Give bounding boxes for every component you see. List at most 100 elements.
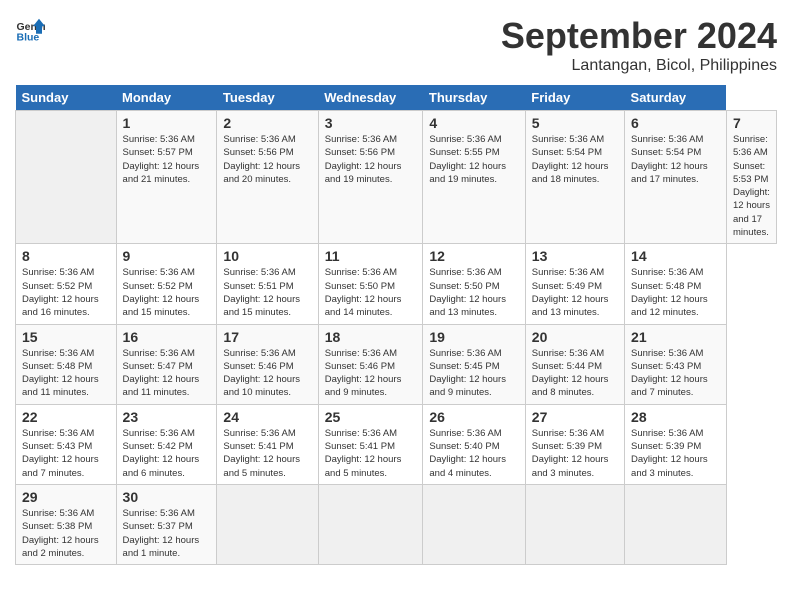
day-info: Sunrise: 5:36 AMSunset: 5:47 PMDaylight:… (123, 347, 211, 400)
day-header-saturday: Saturday (625, 85, 727, 111)
day-number: 12 (429, 248, 518, 264)
calendar-cell: 22Sunrise: 5:36 AMSunset: 5:43 PMDayligh… (16, 404, 117, 484)
day-number: 4 (429, 115, 518, 131)
day-number: 9 (123, 248, 211, 264)
day-info: Sunrise: 5:36 AMSunset: 5:57 PMDaylight:… (123, 133, 211, 186)
calendar-cell: 5 Sunrise: 5:36 AMSunset: 5:54 PMDaylight… (525, 111, 624, 244)
day-header-sunday: Sunday (16, 85, 117, 111)
day-number: 8 (22, 248, 110, 264)
day-number: 25 (325, 409, 417, 425)
logo-icon: General Blue (15, 15, 45, 45)
day-number: 1 (123, 115, 211, 131)
svg-text:Blue: Blue (17, 32, 40, 44)
day-number: 28 (631, 409, 720, 425)
calendar-cell (217, 484, 318, 564)
day-header-thursday: Thursday (423, 85, 525, 111)
day-info: Sunrise: 5:36 AMSunset: 5:55 PMDaylight:… (429, 133, 518, 186)
day-info: Sunrise: 5:36 AMSunset: 5:48 PMDaylight:… (631, 266, 720, 319)
calendar-cell: 16 Sunrise: 5:36 AMSunset: 5:47 PMDayligh… (116, 324, 217, 404)
calendar-cell: 25 Sunrise: 5:36 AMSunset: 5:41 PMDayligh… (318, 404, 423, 484)
calendar-cell: 13 Sunrise: 5:36 AMSunset: 5:49 PMDayligh… (525, 244, 624, 324)
day-number: 27 (532, 409, 618, 425)
calendar-cell: 30 Sunrise: 5:36 AMSunset: 5:37 PMDayligh… (116, 484, 217, 564)
calendar-cell: 4 Sunrise: 5:36 AMSunset: 5:55 PMDaylight… (423, 111, 525, 244)
day-number: 18 (325, 329, 417, 345)
calendar-cell: 2 Sunrise: 5:36 AMSunset: 5:56 PMDaylight… (217, 111, 318, 244)
day-number: 16 (123, 329, 211, 345)
day-info: Sunrise: 5:36 AMSunset: 5:44 PMDaylight:… (532, 347, 618, 400)
day-info: Sunrise: 5:36 AMSunset: 5:53 PMDaylight:… (733, 133, 770, 239)
week-row-2: 8 Sunrise: 5:36 AMSunset: 5:52 PMDaylight… (16, 244, 777, 324)
calendar-cell: 6 Sunrise: 5:36 AMSunset: 5:54 PMDaylight… (625, 111, 727, 244)
day-info: Sunrise: 5:36 AMSunset: 5:41 PMDaylight:… (223, 427, 311, 480)
calendar-cell: 10Sunrise: 5:36 AMSunset: 5:51 PMDayligh… (217, 244, 318, 324)
header-row: SundayMondayTuesdayWednesdayThursdayFrid… (16, 85, 777, 111)
day-info: Sunrise: 5:36 AMSunset: 5:42 PMDaylight:… (123, 427, 211, 480)
calendar-cell: 21 Sunrise: 5:36 AMSunset: 5:43 PMDayligh… (625, 324, 727, 404)
day-number: 21 (631, 329, 720, 345)
day-info: Sunrise: 5:36 AMSunset: 5:54 PMDaylight:… (532, 133, 618, 186)
day-header-monday: Monday (116, 85, 217, 111)
calendar-cell: 14 Sunrise: 5:36 AMSunset: 5:48 PMDayligh… (625, 244, 727, 324)
calendar-cell: 19 Sunrise: 5:36 AMSunset: 5:45 PMDayligh… (423, 324, 525, 404)
calendar-cell: 15Sunrise: 5:36 AMSunset: 5:48 PMDayligh… (16, 324, 117, 404)
day-info: Sunrise: 5:36 AMSunset: 5:37 PMDaylight:… (123, 507, 211, 560)
page-container: General Blue September 2024 Lantangan, B… (0, 0, 792, 575)
day-number: 23 (123, 409, 211, 425)
week-row-3: 15Sunrise: 5:36 AMSunset: 5:48 PMDayligh… (16, 324, 777, 404)
calendar-cell: 24 Sunrise: 5:36 AMSunset: 5:41 PMDayligh… (217, 404, 318, 484)
day-number: 30 (123, 489, 211, 505)
calendar-cell: 7Sunrise: 5:36 AMSunset: 5:53 PMDaylight… (726, 111, 776, 244)
calendar-cell: 28 Sunrise: 5:36 AMSunset: 5:39 PMDayligh… (625, 404, 727, 484)
day-number: 5 (532, 115, 618, 131)
location-subtitle: Lantangan, Bicol, Philippines (501, 57, 777, 75)
calendar-cell: 1 Sunrise: 5:36 AMSunset: 5:57 PMDaylight… (116, 111, 217, 244)
day-number: 3 (325, 115, 417, 131)
calendar-cell: 29Sunrise: 5:36 AMSunset: 5:38 PMDayligh… (16, 484, 117, 564)
day-info: Sunrise: 5:36 AMSunset: 5:46 PMDaylight:… (325, 347, 417, 400)
calendar-cell: 12 Sunrise: 5:36 AMSunset: 5:50 PMDayligh… (423, 244, 525, 324)
day-number: 29 (22, 489, 110, 505)
calendar-cell: 8 Sunrise: 5:36 AMSunset: 5:52 PMDaylight… (16, 244, 117, 324)
day-info: Sunrise: 5:36 AMSunset: 5:50 PMDaylight:… (429, 266, 518, 319)
calendar-cell: 20Sunrise: 5:36 AMSunset: 5:44 PMDayligh… (525, 324, 624, 404)
day-info: Sunrise: 5:36 AMSunset: 5:39 PMDaylight:… (532, 427, 618, 480)
month-title: September 2024 (501, 15, 777, 57)
day-info: Sunrise: 5:36 AMSunset: 5:48 PMDaylight:… (22, 347, 110, 400)
week-row-1: 1 Sunrise: 5:36 AMSunset: 5:57 PMDaylight… (16, 111, 777, 244)
day-number: 14 (631, 248, 720, 264)
day-number: 17 (223, 329, 311, 345)
calendar-cell: 11Sunrise: 5:36 AMSunset: 5:50 PMDayligh… (318, 244, 423, 324)
day-info: Sunrise: 5:36 AMSunset: 5:43 PMDaylight:… (22, 427, 110, 480)
logo: General Blue (15, 15, 47, 45)
day-info: Sunrise: 5:36 AMSunset: 5:45 PMDaylight:… (429, 347, 518, 400)
day-info: Sunrise: 5:36 AMSunset: 5:43 PMDaylight:… (631, 347, 720, 400)
day-number: 26 (429, 409, 518, 425)
calendar-cell (525, 484, 624, 564)
day-header-tuesday: Tuesday (217, 85, 318, 111)
calendar-cell: 9 Sunrise: 5:36 AMSunset: 5:52 PMDaylight… (116, 244, 217, 324)
day-number: 19 (429, 329, 518, 345)
day-info: Sunrise: 5:36 AMSunset: 5:54 PMDaylight:… (631, 133, 720, 186)
week-row-5: 29Sunrise: 5:36 AMSunset: 5:38 PMDayligh… (16, 484, 777, 564)
day-info: Sunrise: 5:36 AMSunset: 5:56 PMDaylight:… (223, 133, 311, 186)
day-info: Sunrise: 5:36 AMSunset: 5:49 PMDaylight:… (532, 266, 618, 319)
header: General Blue September 2024 Lantangan, B… (15, 15, 777, 75)
day-number: 2 (223, 115, 311, 131)
title-block: September 2024 Lantangan, Bicol, Philipp… (501, 15, 777, 75)
calendar-table: SundayMondayTuesdayWednesdayThursdayFrid… (15, 85, 777, 565)
calendar-cell (625, 484, 727, 564)
day-info: Sunrise: 5:36 AMSunset: 5:46 PMDaylight:… (223, 347, 311, 400)
day-number: 13 (532, 248, 618, 264)
day-number: 10 (223, 248, 311, 264)
day-info: Sunrise: 5:36 AMSunset: 5:50 PMDaylight:… (325, 266, 417, 319)
day-header-wednesday: Wednesday (318, 85, 423, 111)
calendar-cell: 26Sunrise: 5:36 AMSunset: 5:40 PMDayligh… (423, 404, 525, 484)
day-info: Sunrise: 5:36 AMSunset: 5:52 PMDaylight:… (22, 266, 110, 319)
day-info: Sunrise: 5:36 AMSunset: 5:39 PMDaylight:… (631, 427, 720, 480)
day-info: Sunrise: 5:36 AMSunset: 5:41 PMDaylight:… (325, 427, 417, 480)
day-number: 6 (631, 115, 720, 131)
calendar-cell: 18 Sunrise: 5:36 AMSunset: 5:46 PMDayligh… (318, 324, 423, 404)
day-number: 24 (223, 409, 311, 425)
day-info: Sunrise: 5:36 AMSunset: 5:52 PMDaylight:… (123, 266, 211, 319)
